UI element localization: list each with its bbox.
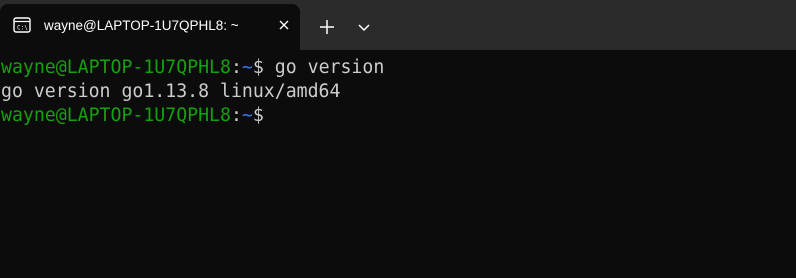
terminal-line-output: go version go1.13.8 linux/amd64 — [1, 80, 796, 104]
terminal-window: C:\ wayne@LAPTOP-1U7QPHL8: ~ wayne@LAPTO… — [0, 0, 796, 278]
command-output: go version go1.13.8 linux/amd64 — [1, 81, 341, 102]
profile-dropdown-button[interactable] — [352, 14, 376, 40]
terminal-output[interactable]: wayne@LAPTOP-1U7QPHL8:~$ go version go v… — [0, 56, 796, 278]
plus-icon — [320, 20, 334, 34]
terminal-line-prompt: wayne@LAPTOP-1U7QPHL8:~$ go version — [1, 56, 796, 80]
terminal-line-prompt: wayne@LAPTOP-1U7QPHL8:~$ — [1, 104, 796, 128]
prompt-symbol: $ — [252, 105, 264, 126]
prompt-separator: : — [230, 57, 242, 78]
terminal-icon: C:\ — [13, 17, 31, 33]
prompt-path: ~ — [241, 57, 253, 78]
close-icon[interactable] — [276, 17, 292, 33]
prompt-user-host: wayne@LAPTOP-1U7QPHL8 — [1, 57, 231, 78]
new-tab-button[interactable] — [314, 14, 340, 40]
prompt-symbol: $ — [252, 57, 275, 78]
svg-text:C:\: C:\ — [17, 25, 28, 32]
prompt-user-host: wayne@LAPTOP-1U7QPHL8 — [1, 105, 231, 126]
tab-bar: C:\ wayne@LAPTOP-1U7QPHL8: ~ — [0, 0, 796, 50]
tab-active[interactable]: C:\ wayne@LAPTOP-1U7QPHL8: ~ — [0, 4, 300, 50]
prompt-path: ~ — [241, 105, 253, 126]
command-text: go version — [274, 57, 385, 78]
chevron-down-icon — [358, 24, 370, 32]
tab-title: wayne@LAPTOP-1U7QPHL8: ~ — [44, 18, 239, 33]
prompt-separator: : — [230, 105, 242, 126]
